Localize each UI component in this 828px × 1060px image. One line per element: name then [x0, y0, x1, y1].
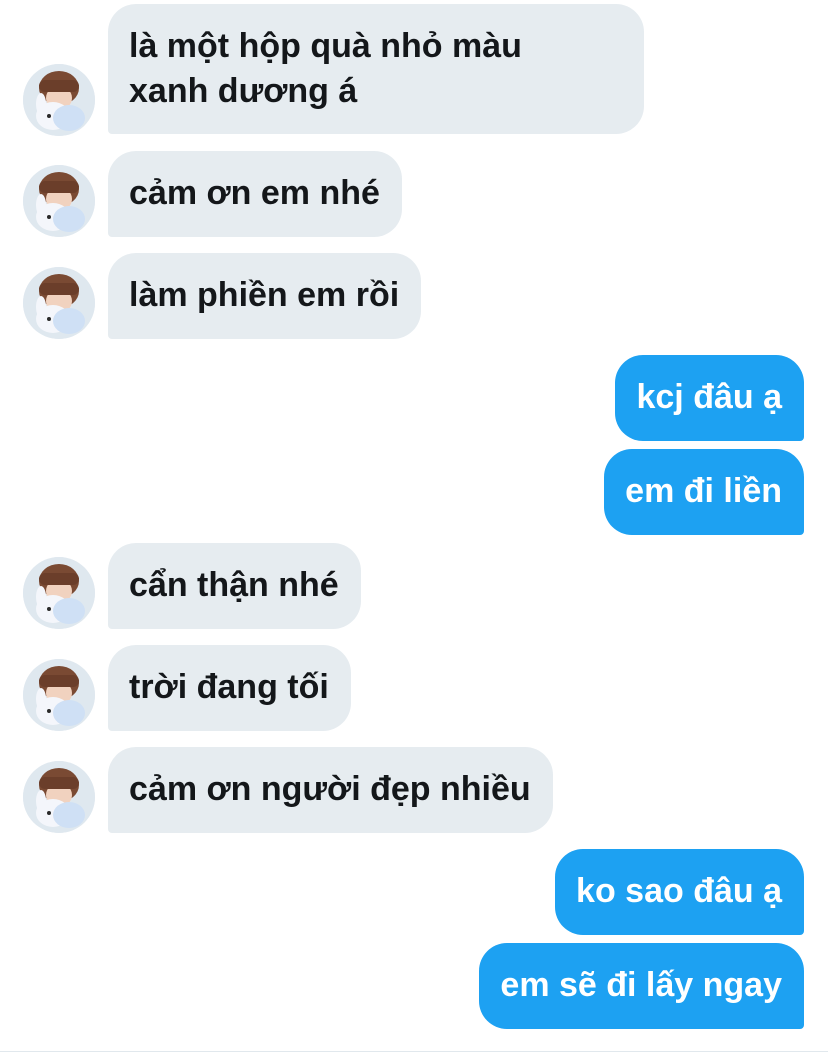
- message-bubble-outgoing[interactable]: ko sao đâu ạ: [555, 849, 804, 935]
- avatar[interactable]: [23, 64, 95, 136]
- message-bubble-incoming[interactable]: làm phiền em rồi: [108, 253, 422, 339]
- avatar[interactable]: [23, 267, 95, 339]
- avatar[interactable]: [23, 165, 95, 237]
- avatar-image-icon: [23, 64, 95, 136]
- avatar[interactable]: [23, 761, 95, 833]
- avatar-image-icon: [23, 659, 95, 731]
- avatar-image-icon: [23, 761, 95, 833]
- avatar-image-icon: [23, 267, 95, 339]
- avatar[interactable]: [23, 659, 95, 731]
- divider: [0, 1051, 828, 1052]
- message-bubble-outgoing[interactable]: em sẽ đi lấy ngay: [479, 943, 804, 1029]
- message-thread: là một hộp quà nhỏ màu xanh dương á cảm …: [0, 0, 828, 1060]
- message-bubble-incoming[interactable]: cảm ơn em nhé: [108, 151, 402, 237]
- message-bubble-outgoing[interactable]: kcj đâu ạ: [615, 355, 804, 441]
- avatar[interactable]: [23, 557, 95, 629]
- message-bubble-outgoing[interactable]: em đi liền: [604, 449, 804, 535]
- avatar-image-icon: [23, 557, 95, 629]
- message-bubble-incoming[interactable]: trời đang tối: [108, 645, 351, 731]
- message-bubble-incoming[interactable]: cảm ơn người đẹp nhiều: [108, 747, 553, 833]
- message-bubble-incoming[interactable]: là một hộp quà nhỏ màu xanh dương á: [108, 4, 644, 134]
- message-bubble-incoming[interactable]: cẩn thận nhé: [108, 543, 361, 629]
- avatar-image-icon: [23, 165, 95, 237]
